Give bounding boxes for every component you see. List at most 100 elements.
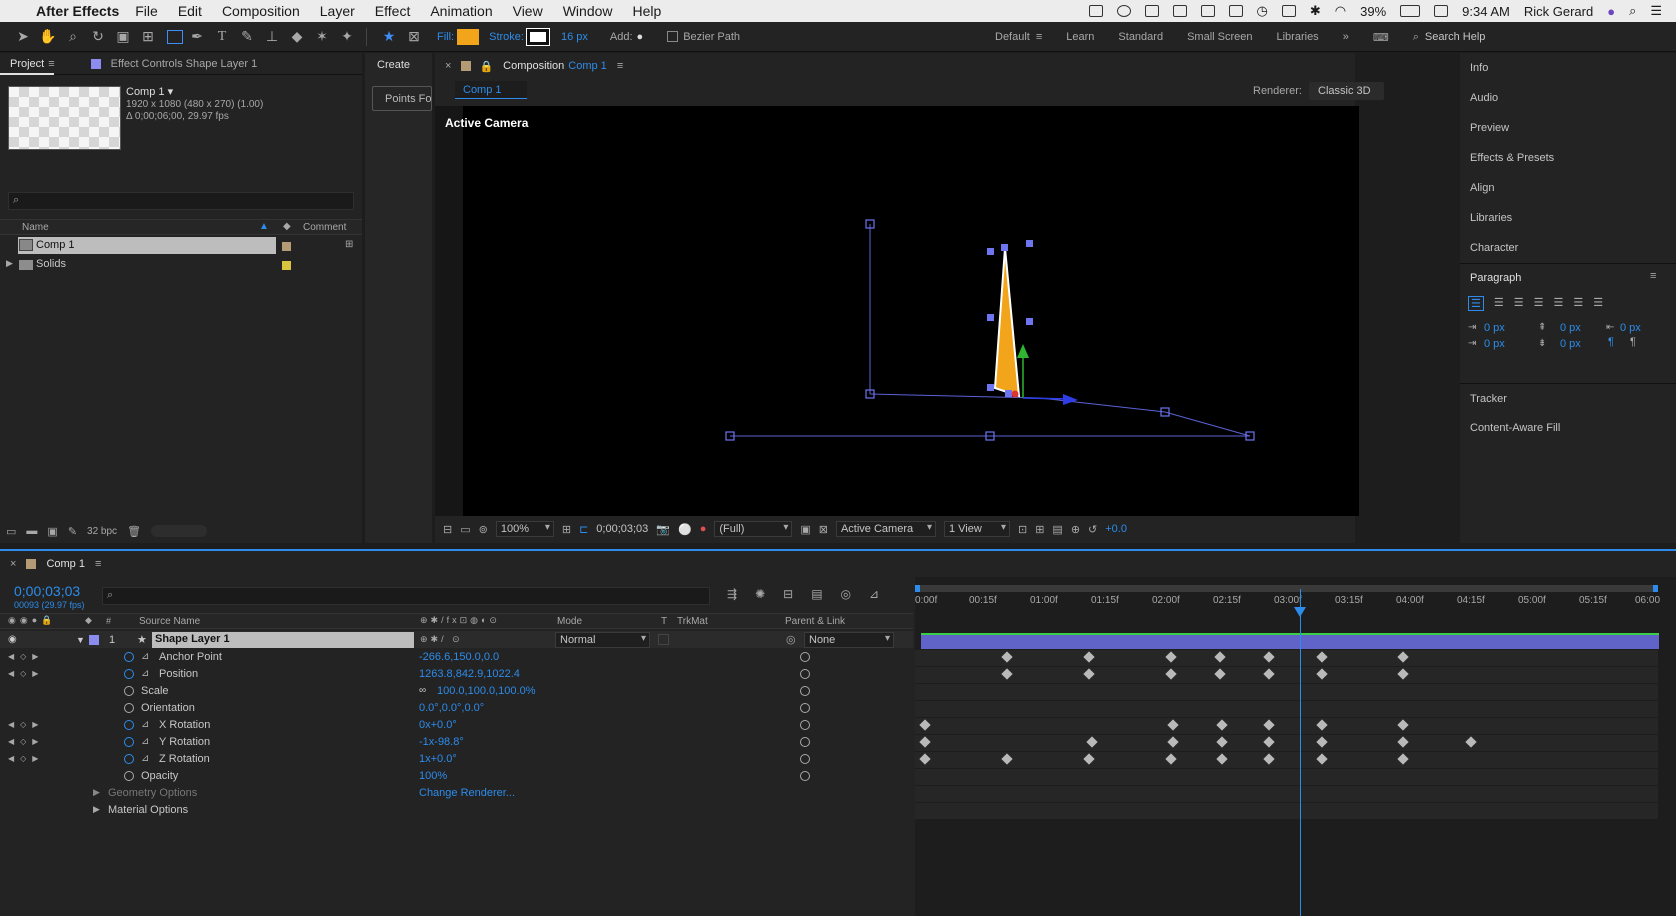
group-row[interactable]: ▶ Geometry Options Change Renderer... <box>0 784 913 801</box>
rotation-tool-icon[interactable]: ↻ <box>87 26 109 48</box>
more-workspaces-icon[interactable]: » <box>1343 31 1349 43</box>
ltr-direction-icon[interactable]: ¶ <box>1608 336 1614 348</box>
script-icon[interactable] <box>1172 5 1187 17</box>
property-row[interactable]: ◀◇▶ ⊿ Anchor Point -266.6,150.0,0.0 <box>0 648 913 665</box>
libraries-panel[interactable]: Libraries <box>1460 203 1676 233</box>
camera-view-dropdown[interactable]: Active Camera <box>835 521 936 537</box>
interpret-footage-icon[interactable]: ▭ <box>6 525 16 538</box>
property-value[interactable]: 100.0,100.0,100.0% <box>437 685 535 697</box>
trash-icon[interactable]: 🗑 <box>127 525 141 538</box>
composition-viewer[interactable]: Active Camera <box>435 106 1359 516</box>
spotlight-icon[interactable]: ⌕ <box>1629 3 1636 19</box>
battery-app-icon[interactable] <box>1200 5 1215 17</box>
points-follow-button[interactable]: Points Fo <box>372 86 432 111</box>
align-right-icon[interactable]: ☰ <box>1514 296 1524 311</box>
info-panel[interactable]: Info <box>1460 53 1676 83</box>
property-value[interactable]: -1x-98.8° <box>419 736 464 748</box>
graph-icon[interactable]: ⊿ <box>141 753 149 764</box>
keyframe-navigator[interactable]: ◀◇▶ <box>8 669 44 678</box>
grid-toggle-icon[interactable]: ⊠ <box>403 26 425 48</box>
project-scrollbar[interactable] <box>151 525 208 537</box>
indent-right-value[interactable]: 0 px <box>1620 322 1641 334</box>
menu-window[interactable]: Window <box>563 3 613 19</box>
solids-label-swatch[interactable] <box>282 261 291 270</box>
align-panel[interactable]: Align <box>1460 173 1676 203</box>
keyframe-navigator[interactable]: ◀◇▶ <box>8 652 44 661</box>
show-snapshot-icon[interactable]: ⚪ <box>678 523 692 536</box>
always-preview-icon[interactable]: ⊟ <box>443 523 452 536</box>
expand-arrow-icon[interactable]: ▶ <box>6 258 13 269</box>
stroke-swatch[interactable] <box>525 27 550 46</box>
property-row[interactable]: ◀◇▶ ⊿ Y Rotation -1x-98.8° <box>0 733 913 750</box>
property-row[interactable]: ◀◇▶ ⊿ X Rotation 0x+0.0° <box>0 716 913 733</box>
globe-icon[interactable]: ● <box>1607 4 1615 19</box>
timeline-tab[interactable]: Comp 1 <box>36 558 95 570</box>
lock-icon[interactable]: 🔒 <box>479 60 493 73</box>
workspace-menu-icon[interactable]: ≡ <box>1036 31 1042 43</box>
menu-layer[interactable]: Layer <box>320 3 355 19</box>
trkmat-header[interactable]: TrkMat <box>677 616 708 627</box>
eraser-tool-icon[interactable]: ◆ <box>286 26 308 48</box>
parent-pickwhip-icon[interactable]: ◎ <box>786 633 796 646</box>
tracker-panel[interactable]: Tracker <box>1460 383 1676 413</box>
expression-pickwhip-icon[interactable] <box>800 668 810 679</box>
property-row[interactable]: Orientation 0.0°,0.0°,0.0° <box>0 699 913 716</box>
camera-tool-icon[interactable]: ▣ <box>112 26 134 48</box>
justify-right-icon[interactable]: ☰ <box>1573 296 1583 311</box>
comment-column-header[interactable]: Comment <box>303 222 346 233</box>
type-tool-icon[interactable]: T <box>211 26 233 48</box>
vr-icon[interactable]: ⊚ <box>479 523 488 536</box>
motion-blur-icon[interactable]: ◎ <box>841 587 851 601</box>
stopwatch-icon[interactable] <box>124 770 134 781</box>
menu-view[interactable]: View <box>513 3 543 19</box>
align-left-icon[interactable]: ☰ <box>1468 296 1484 311</box>
expression-pickwhip-icon[interactable] <box>800 753 810 764</box>
align-center-icon[interactable]: ☰ <box>1494 296 1504 311</box>
app-name-menu[interactable]: After Effects <box>36 3 119 19</box>
user-name[interactable]: Rick Gerard <box>1524 4 1593 19</box>
property-value[interactable]: 100% <box>419 770 447 782</box>
snapshot-icon[interactable]: 📷 <box>656 523 670 536</box>
renderer-button[interactable]: Classic 3D <box>1309 82 1384 100</box>
pen-tool-icon[interactable]: ✒ <box>186 26 208 48</box>
av-features-icons[interactable]: ◉◉●🔒 <box>8 615 56 626</box>
switches-header-icons[interactable]: ⊕✱/fx⊡◍◐⊙ <box>420 615 500 626</box>
label-column-icon[interactable]: ◆ <box>283 221 291 232</box>
transparency-grid-icon[interactable]: ⊠ <box>819 523 828 536</box>
workspace-default[interactable]: Default <box>995 31 1030 43</box>
effects-presets-panel[interactable]: Effects & Presets <box>1460 143 1676 173</box>
menu-composition[interactable]: Composition <box>222 3 300 19</box>
property-value[interactable]: 1263.8,842.9,1022.4 <box>419 668 520 680</box>
first-line-indent-value[interactable]: 0 px <box>1484 338 1505 350</box>
property-row[interactable]: ◀◇▶ ⊿ Z Rotation 1x+0.0° <box>0 750 913 767</box>
bezier-checkbox[interactable] <box>667 31 679 42</box>
space-after-value[interactable]: 0 px <box>1560 338 1581 350</box>
fill-swatch[interactable] <box>457 28 480 45</box>
graph-icon[interactable]: ⊿ <box>141 719 149 730</box>
zoom-tool-icon[interactable]: ⌕ <box>62 26 84 48</box>
roto-brush-tool-icon[interactable]: ✶ <box>311 26 333 48</box>
battery-icon[interactable] <box>1400 5 1421 17</box>
creative-cloud-icon[interactable] <box>1116 5 1131 17</box>
toggle-pixel-aspect-icon[interactable]: ⊡ <box>1018 523 1027 536</box>
space-before-value[interactable]: 0 px <box>1560 322 1581 334</box>
add-menu-icon[interactable]: ● <box>637 31 644 43</box>
property-row[interactable]: Opacity 100% <box>0 767 913 784</box>
pan-behind-tool-icon[interactable]: ⊞ <box>137 26 159 48</box>
property-value[interactable]: 0x+0.0° <box>419 719 457 731</box>
channel-icon[interactable]: ● <box>700 523 707 535</box>
flowchart-icon[interactable]: ⊞ <box>345 239 353 250</box>
draft-3d-icon[interactable]: ✺ <box>755 587 765 601</box>
graph-icon[interactable]: ⊿ <box>141 651 149 662</box>
name-column-header[interactable]: Name <box>22 222 49 233</box>
expand-arrow-icon[interactable]: ▶ <box>93 787 100 798</box>
graph-icon[interactable]: ⊿ <box>141 668 149 679</box>
3d-axis-gizmo[interactable] <box>1011 344 1079 405</box>
rtl-direction-icon[interactable]: ¶ <box>1630 336 1636 348</box>
hand-tool-icon[interactable]: ✋ <box>37 26 59 48</box>
rectangle-tool-icon[interactable] <box>167 29 183 44</box>
layer-duration-bar[interactable] <box>921 633 1659 649</box>
stopwatch-icon[interactable] <box>124 668 134 679</box>
menu-animation[interactable]: Animation <box>430 3 492 19</box>
work-area-bar[interactable] <box>915 585 1658 592</box>
